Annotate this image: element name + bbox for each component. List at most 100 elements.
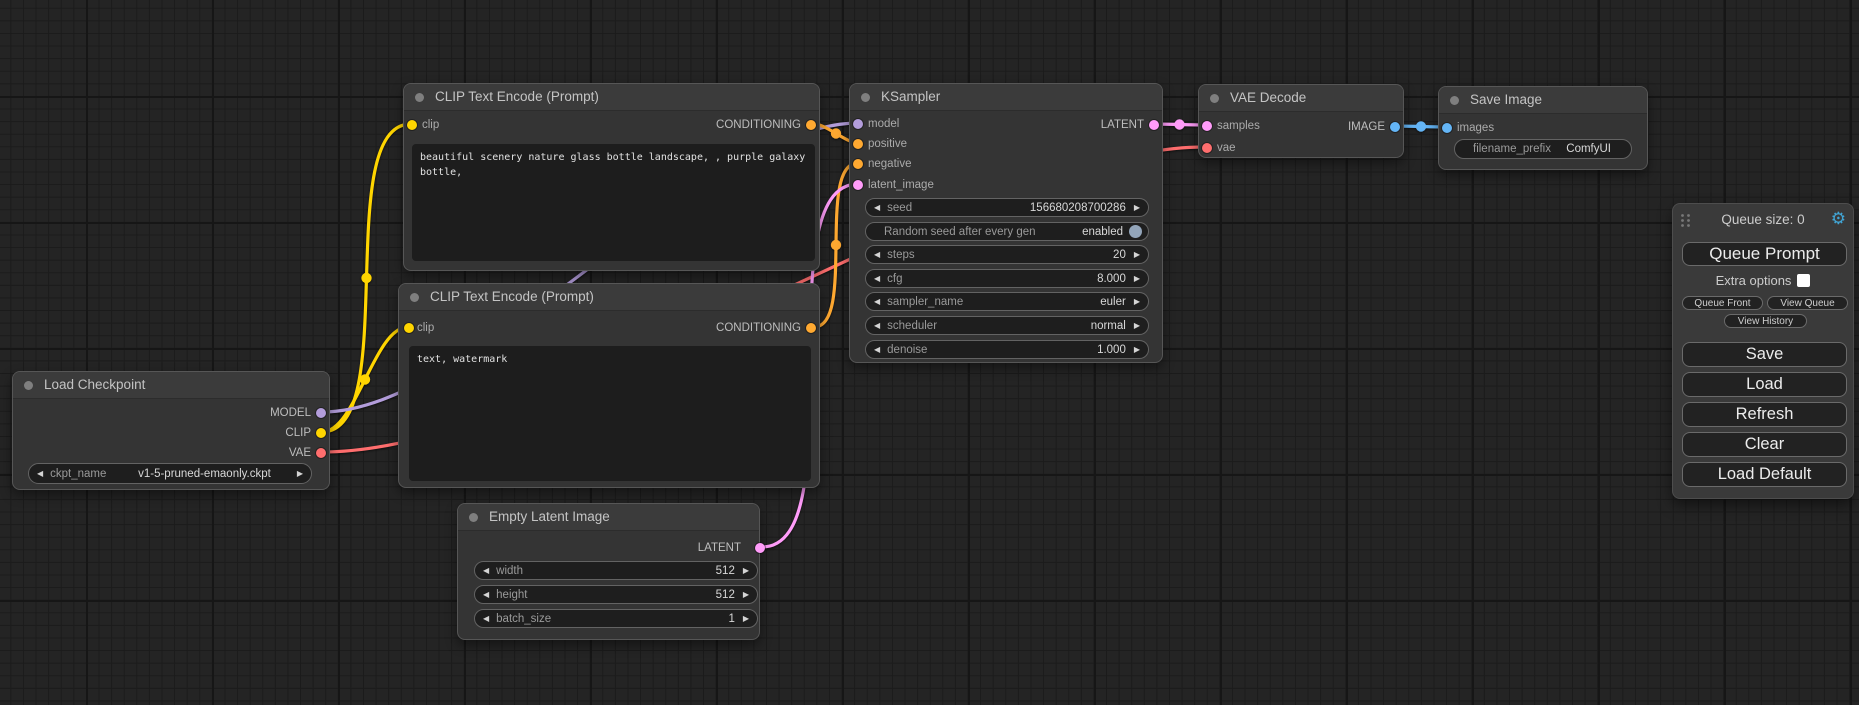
increment-arrow-icon[interactable]: ▶ (743, 591, 749, 599)
port-dot-clip[interactable] (407, 120, 417, 130)
widget-sampler-name[interactable]: ◀ sampler_name euler ▶ (865, 292, 1149, 311)
port-dot-latent[interactable] (1149, 120, 1159, 130)
input-port-model[interactable]: model (850, 116, 899, 132)
port-dot-image[interactable] (1442, 123, 1452, 133)
output-port-clip[interactable]: CLIP (285, 425, 329, 441)
input-port-samples[interactable]: samples (1199, 118, 1260, 134)
input-port-clip[interactable]: clip (399, 320, 434, 336)
output-port-model[interactable]: MODEL (270, 405, 329, 421)
positive-prompt-textarea[interactable]: beautiful scenery nature glass bottle la… (412, 144, 815, 261)
input-port-vae[interactable]: vae (1199, 140, 1236, 156)
node-clip-text-encode-negative[interactable]: CLIP Text Encode (Prompt) clip CONDITION… (398, 283, 820, 488)
collapse-dot-icon[interactable] (24, 381, 33, 390)
widget-batch-size[interactable]: ◀ batch_size 1 ▶ (474, 609, 758, 628)
port-dot-image[interactable] (1390, 122, 1400, 132)
widget-value: v1-5-pruned-emaonly.ckpt (138, 468, 271, 480)
negative-prompt-textarea[interactable]: text, watermark (409, 346, 811, 481)
port-dot-conditioning[interactable] (806, 323, 816, 333)
save-button[interactable]: Save (1682, 342, 1847, 367)
output-port-latent[interactable]: LATENT (698, 540, 759, 556)
port-dot-conditioning[interactable] (806, 120, 816, 130)
decrement-arrow-icon[interactable]: ◀ (483, 591, 489, 599)
input-port-positive[interactable]: positive (850, 136, 907, 152)
port-dot-model[interactable] (316, 408, 326, 418)
toggle-enabled-icon[interactable] (1129, 225, 1142, 238)
widget-scheduler[interactable]: ◀ scheduler normal ▶ (865, 316, 1149, 335)
port-dot-vae[interactable] (1202, 143, 1212, 153)
widget-width[interactable]: ◀ width 512 ▶ (474, 561, 758, 580)
collapse-dot-icon[interactable] (1450, 96, 1459, 105)
queue-menu-panel[interactable]: Queue size: 0 ⚙ Queue Prompt Extra optio… (1672, 203, 1854, 499)
decrement-arrow-icon[interactable]: ◀ (874, 322, 880, 330)
output-port-conditioning[interactable]: CONDITIONING (716, 320, 819, 336)
view-queue-button[interactable]: View Queue (1767, 296, 1848, 310)
queue-prompt-button[interactable]: Queue Prompt (1682, 242, 1847, 266)
increment-arrow-icon[interactable]: ▶ (297, 470, 303, 478)
refresh-button[interactable]: Refresh (1682, 402, 1847, 427)
output-port-vae[interactable]: VAE (289, 445, 329, 461)
decrement-arrow-icon[interactable]: ◀ (874, 298, 880, 306)
port-label: clip (422, 119, 439, 131)
increment-arrow-icon[interactable]: ▶ (1134, 322, 1140, 330)
load-button[interactable]: Load (1682, 372, 1847, 397)
comfyui-canvas[interactable]: { "colors": { "model": "#B39DDB", "clip"… (0, 0, 1859, 705)
port-dot-latent[interactable] (755, 543, 765, 553)
widget-label: sampler_name (887, 296, 963, 308)
node-empty-latent-image[interactable]: Empty Latent Image LATENT ◀ width 512 ▶ … (457, 503, 760, 640)
collapse-dot-icon[interactable] (469, 513, 478, 522)
widget-random-seed-toggle[interactable]: Random seed after every gen enabled (865, 222, 1149, 241)
node-clip-text-encode-positive[interactable]: CLIP Text Encode (Prompt) clip CONDITION… (403, 83, 820, 271)
node-save-image[interactable]: Save Image images filename_prefix ComfyU… (1438, 86, 1648, 170)
increment-arrow-icon[interactable]: ▶ (1134, 204, 1140, 212)
node-vae-decode[interactable]: VAE Decode samples vae IMAGE (1198, 84, 1404, 158)
output-port-image[interactable]: IMAGE (1348, 119, 1403, 135)
increment-arrow-icon[interactable]: ▶ (1134, 346, 1140, 354)
input-port-images[interactable]: images (1439, 120, 1494, 136)
port-dot-conditioning[interactable] (853, 159, 863, 169)
collapse-dot-icon[interactable] (1210, 94, 1219, 103)
widget-denoise[interactable]: ◀ denoise 1.000 ▶ (865, 340, 1149, 359)
increment-arrow-icon[interactable]: ▶ (743, 567, 749, 575)
collapse-dot-icon[interactable] (415, 93, 424, 102)
increment-arrow-icon[interactable]: ▶ (743, 615, 749, 623)
collapse-dot-icon[interactable] (410, 293, 419, 302)
settings-gear-icon[interactable]: ⚙ (1831, 210, 1846, 227)
extra-options-checkbox[interactable] (1797, 274, 1810, 287)
port-dot-conditioning[interactable] (853, 139, 863, 149)
input-port-negative[interactable]: negative (850, 156, 911, 172)
view-history-button[interactable]: View History (1724, 314, 1807, 328)
widget-seed[interactable]: ◀ seed 156680208700286 ▶ (865, 198, 1149, 217)
widget-filename-prefix[interactable]: filename_prefix ComfyUI (1454, 139, 1632, 159)
port-dot-latent[interactable] (853, 180, 863, 190)
collapse-dot-icon[interactable] (861, 93, 870, 102)
widget-cfg[interactable]: ◀ cfg 8.000 ▶ (865, 269, 1149, 288)
widget-height[interactable]: ◀ height 512 ▶ (474, 585, 758, 604)
input-port-clip[interactable]: clip (404, 117, 439, 133)
port-dot-latent[interactable] (1202, 121, 1212, 131)
decrement-arrow-icon[interactable]: ◀ (874, 346, 880, 354)
clear-button[interactable]: Clear (1682, 432, 1847, 457)
decrement-arrow-icon[interactable]: ◀ (37, 470, 43, 478)
widget-steps[interactable]: ◀ steps 20 ▶ (865, 245, 1149, 264)
port-dot-vae[interactable] (316, 448, 326, 458)
increment-arrow-icon[interactable]: ▶ (1134, 298, 1140, 306)
load-default-button[interactable]: Load Default (1682, 462, 1847, 487)
increment-arrow-icon[interactable]: ▶ (1134, 251, 1140, 259)
port-dot-model[interactable] (853, 119, 863, 129)
port-dot-clip[interactable] (316, 428, 326, 438)
widget-ckpt-name[interactable]: ◀ ckpt_name v1-5-pruned-emaonly.ckpt ▶ (28, 463, 312, 484)
output-port-latent[interactable]: LATENT (1101, 117, 1162, 133)
decrement-arrow-icon[interactable]: ◀ (874, 275, 880, 283)
decrement-arrow-icon[interactable]: ◀ (483, 615, 489, 623)
node-load-checkpoint[interactable]: Load Checkpoint MODEL CLIP VAE ◀ ckpt_na… (12, 371, 330, 490)
port-dot-clip[interactable] (404, 323, 414, 333)
decrement-arrow-icon[interactable]: ◀ (874, 251, 880, 259)
queue-front-button[interactable]: Queue Front (1682, 296, 1763, 310)
node-ksampler[interactable]: KSampler model positive negative latent_… (849, 83, 1163, 363)
decrement-arrow-icon[interactable]: ◀ (483, 567, 489, 575)
increment-arrow-icon[interactable]: ▶ (1134, 275, 1140, 283)
link-midpoint-dot (831, 240, 841, 250)
input-port-latent-image[interactable]: latent_image (850, 177, 934, 193)
output-port-conditioning[interactable]: CONDITIONING (716, 117, 819, 133)
decrement-arrow-icon[interactable]: ◀ (874, 204, 880, 212)
